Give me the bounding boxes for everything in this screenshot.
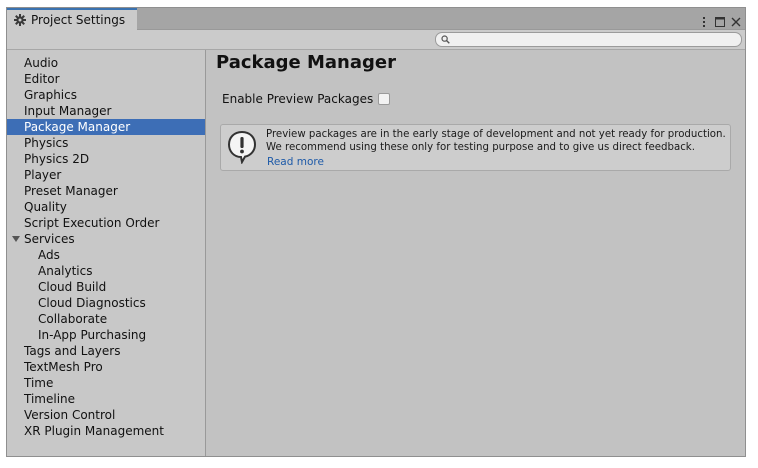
enable-preview-packages-checkbox[interactable] bbox=[378, 93, 391, 105]
sidebar-item-physics-2d[interactable]: Physics 2D bbox=[7, 151, 205, 167]
close-icon[interactable] bbox=[731, 13, 741, 27]
project-settings-window: Project Settings Audio Editor Graphics I… bbox=[6, 7, 746, 457]
sidebar-item-in-app-purchasing[interactable]: In-App Purchasing bbox=[7, 327, 205, 343]
sidebar-item-graphics[interactable]: Graphics bbox=[7, 87, 205, 103]
sidebar-item-cloud-diagnostics[interactable]: Cloud Diagnostics bbox=[7, 295, 205, 311]
sidebar-item-version-control[interactable]: Version Control bbox=[7, 407, 205, 423]
sidebar-item-ads[interactable]: Ads bbox=[7, 247, 205, 263]
more-options-icon[interactable] bbox=[699, 13, 709, 27]
sidebar-item-script-execution-order[interactable]: Script Execution Order bbox=[7, 215, 205, 231]
sidebar-item-time[interactable]: Time bbox=[7, 375, 205, 391]
sidebar-item-input-manager[interactable]: Input Manager bbox=[7, 103, 205, 119]
help-text-line-1: Preview packages are in the early stage … bbox=[266, 129, 726, 140]
sidebar-item-preset-manager[interactable]: Preset Manager bbox=[7, 183, 205, 199]
preview-warning-helpbox: Preview packages are in the early stage … bbox=[220, 124, 731, 171]
sidebar-item-textmesh-pro[interactable]: TextMesh Pro bbox=[7, 359, 205, 375]
expanded-triangle-icon[interactable] bbox=[12, 236, 20, 242]
sidebar-item-timeline[interactable]: Timeline bbox=[7, 391, 205, 407]
sidebar-item-analytics[interactable]: Analytics bbox=[7, 263, 205, 279]
tab-title: Project Settings bbox=[31, 13, 126, 27]
sidebar-item-collaborate[interactable]: Collaborate bbox=[7, 311, 205, 327]
settings-sidebar: Audio Editor Graphics Input Manager Pack… bbox=[7, 50, 206, 456]
sidebar-item-audio[interactable]: Audio bbox=[7, 55, 205, 71]
settings-content: Package Manager Enable Preview Packages … bbox=[206, 50, 745, 456]
sidebar-item-xr-plugin-management[interactable]: XR Plugin Management bbox=[7, 423, 205, 439]
enable-preview-packages-row: Enable Preview Packages bbox=[222, 91, 391, 107]
help-text-line-2: We recommend using these only for testin… bbox=[266, 142, 695, 153]
gear-icon bbox=[14, 14, 26, 26]
maximize-icon[interactable] bbox=[715, 13, 725, 27]
sidebar-item-services[interactable]: Services bbox=[7, 231, 205, 247]
read-more-link[interactable]: Read more bbox=[267, 156, 324, 169]
sidebar-item-tags-and-layers[interactable]: Tags and Layers bbox=[7, 343, 205, 359]
sidebar-item-quality[interactable]: Quality bbox=[7, 199, 205, 215]
sidebar-item-player[interactable]: Player bbox=[7, 167, 205, 183]
toolbar bbox=[7, 30, 745, 50]
sidebar-item-editor[interactable]: Editor bbox=[7, 71, 205, 87]
sidebar-item-cloud-build[interactable]: Cloud Build bbox=[7, 279, 205, 295]
search-input[interactable] bbox=[435, 32, 742, 47]
sidebar-item-physics[interactable]: Physics bbox=[7, 135, 205, 151]
sidebar-item-package-manager[interactable]: Package Manager bbox=[7, 119, 205, 135]
tab-project-settings[interactable]: Project Settings bbox=[7, 8, 137, 30]
warning-speech-bubble-icon bbox=[227, 130, 257, 164]
enable-preview-packages-label: Enable Preview Packages bbox=[222, 92, 374, 106]
tab-bar: Project Settings bbox=[7, 8, 745, 30]
search-icon bbox=[441, 35, 450, 44]
page-title: Package Manager bbox=[216, 52, 396, 73]
window-controls bbox=[699, 11, 741, 27]
